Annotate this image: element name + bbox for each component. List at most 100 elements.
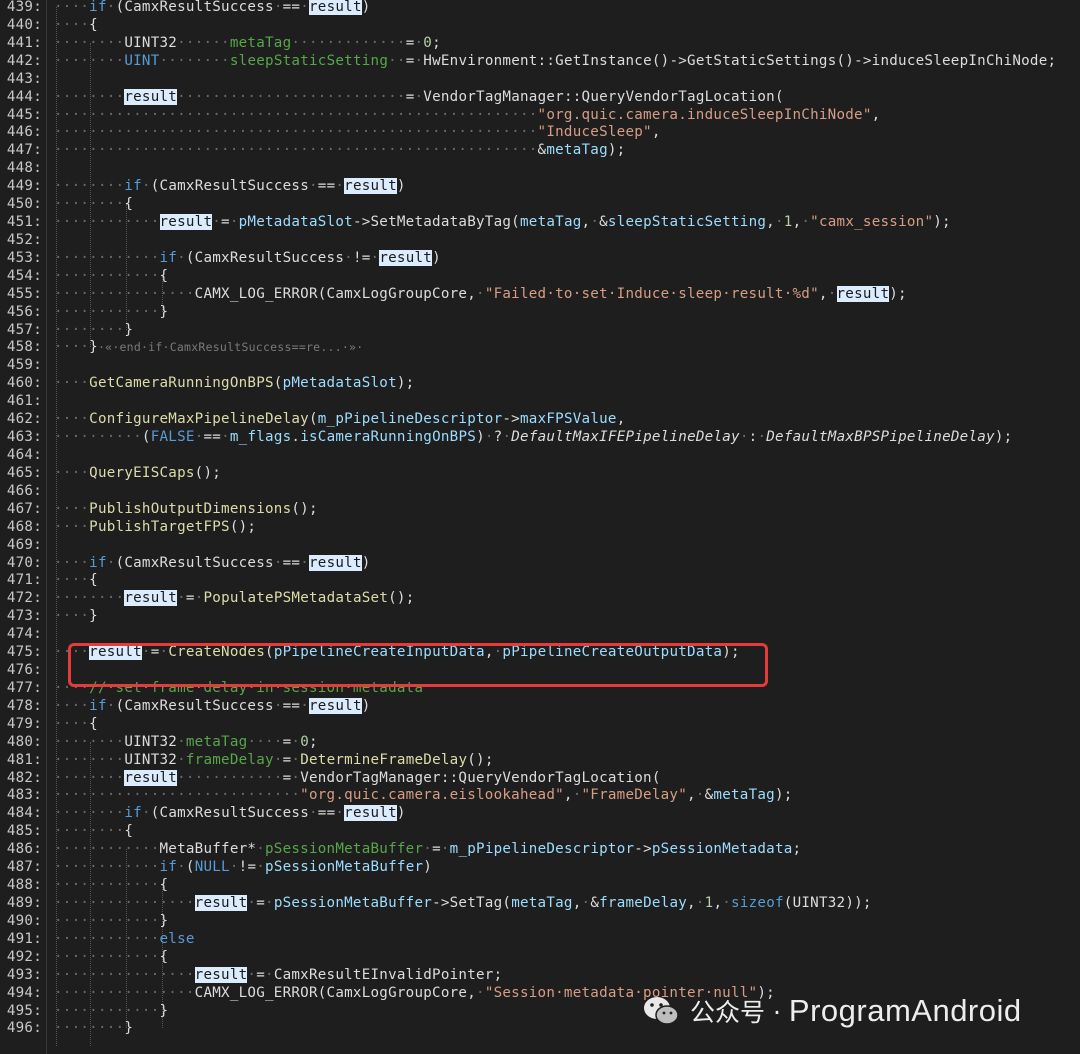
code-line[interactable]: 492: ············{: [0, 948, 1080, 966]
code-token: CAMX_LOG_ERROR(CamxLogGroupCore,: [194, 285, 477, 302]
code-token: =: [256, 895, 266, 911]
code-text: ········if·(CamxResultSuccess·==·result): [54, 177, 406, 195]
code-token: ,: [616, 411, 626, 428]
line-number: 489:: [6, 895, 42, 911]
code-line[interactable]: 479: ····{: [0, 715, 1080, 733]
code-line[interactable]: 482: ········result············=·VendorTa…: [0, 769, 1080, 787]
code-token: ······: [177, 34, 230, 51]
code-line[interactable]: 448:: [0, 159, 1080, 177]
code-token: ········: [54, 733, 125, 750]
code-line[interactable]: 470: ····if·(CamxResultSuccess·==·result): [0, 554, 1080, 572]
line-number: 472:: [6, 590, 42, 607]
code-line[interactable]: 485: ········{: [0, 822, 1080, 840]
code-line[interactable]: 446: ····································…: [0, 123, 1080, 141]
code-token: ,: [713, 895, 723, 911]
line-number: 491:: [6, 930, 42, 947]
code-line[interactable]: 463: ··········(FALSE·==·m_flags.isCamera…: [0, 428, 1080, 446]
code-token: ·: [177, 751, 186, 768]
line-number: 461:: [6, 393, 42, 410]
code-line[interactable]: 453: ············if·(CamxResultSuccess·!=…: [0, 249, 1080, 267]
code-token: ·: [106, 697, 116, 714]
code-line[interactable]: 490: ············}: [0, 912, 1080, 930]
code-token: ;: [309, 733, 318, 750]
code-line[interactable]: 449: ········if·(CamxResultSuccess·==·res…: [0, 177, 1080, 195]
code-token: ····: [54, 411, 90, 428]
code-token: ·: [291, 769, 301, 786]
code-line[interactable]: 489: ················result·=·pSessionMet…: [0, 894, 1080, 912]
code-token: GetCameraRunningOnBPS: [89, 375, 274, 392]
code-token: ·: [273, 751, 283, 768]
code-line[interactable]: 467: ····PublishOutputDimensions();: [0, 500, 1080, 518]
code-line[interactable]: 478: ····if·(CamxResultSuccess·==·result): [0, 697, 1080, 715]
code-line[interactable]: 456: ············}: [0, 303, 1080, 321]
code-line[interactable]: 461:: [0, 392, 1080, 410]
code-line[interactable]: 442: ········UINT········sleepStaticSetti…: [0, 52, 1080, 70]
code-text: ········}: [54, 1019, 133, 1037]
line-number: 457:: [6, 321, 42, 338]
code-line[interactable]: 484: ········if·(CamxResultSuccess·==·res…: [0, 804, 1080, 822]
code-line[interactable]: 447: ····································…: [0, 141, 1080, 159]
code-line[interactable]: 454: ············{: [0, 267, 1080, 285]
code-line[interactable]: 472: ········result·=·PopulatePSMetadataS…: [0, 589, 1080, 607]
code-line[interactable]: 455: ················CAMX_LOG_ERROR(CamxL…: [0, 285, 1080, 303]
code-line[interactable]: 443:: [0, 70, 1080, 88]
code-editor[interactable]: 439: ····if·(CamxResultSuccess·==·result)…: [0, 0, 1080, 1054]
highlighted-token: result: [344, 805, 397, 822]
code-token: {: [89, 572, 98, 589]
code-token: ·: [177, 590, 186, 607]
code-token: m_pPipelineDescriptor: [317, 411, 503, 428]
code-line[interactable]: 465: ····QueryEISCaps();: [0, 464, 1080, 482]
code-token: DefaultMaxIFEPipelineDelay: [511, 429, 740, 446]
code-token: VendorTagManager::QueryVendorTagLocation…: [423, 88, 784, 105]
code-token: ·: [414, 34, 424, 51]
code-line[interactable]: 488: ············{: [0, 876, 1080, 894]
code-line[interactable]: 457: ········}: [0, 321, 1080, 339]
code-token: ·: [177, 859, 186, 876]
code-line[interactable]: 462: ····ConfigureMaxPipelineDelay(m_pPip…: [0, 410, 1080, 428]
code-line[interactable]: 480: ········UINT32·metaTag····=·0;: [0, 733, 1080, 751]
code-token: ····: [54, 608, 90, 625]
code-line[interactable]: 493: ················result·=·CamxResultE…: [0, 966, 1080, 984]
code-token: ();: [194, 464, 222, 481]
code-line[interactable]: 460: ····GetCameraRunningOnBPS(pMetadataS…: [0, 374, 1080, 392]
code-token: (CamxResultSuccess: [115, 697, 274, 714]
code-line[interactable]: 466:: [0, 482, 1080, 500]
code-line[interactable]: 468: ····PublishTargetFPS();: [0, 518, 1080, 536]
line-number: 450:: [6, 196, 42, 213]
code-token: ········································…: [54, 124, 538, 141]
code-token: (: [308, 411, 318, 428]
code-line[interactable]: 487: ············if·(NULL·!=·pSessionMeta…: [0, 858, 1080, 876]
code-token: ········: [54, 823, 125, 840]
code-line[interactable]: 458: ····}·«·end·if·CamxResultSuccess==re…: [0, 338, 1080, 356]
code-token: ·: [221, 429, 230, 446]
line-number: 487:: [6, 859, 42, 876]
code-line[interactable]: 452:: [0, 231, 1080, 249]
code-line[interactable]: 491: ············else: [0, 930, 1080, 948]
code-line[interactable]: 444: ········result······················…: [0, 88, 1080, 106]
code-line[interactable]: 459:: [0, 356, 1080, 374]
code-token: ();: [229, 518, 257, 535]
code-line[interactable]: 469:: [0, 536, 1080, 554]
code-line[interactable]: 451: ············result·=·pMetadataSlot->…: [0, 213, 1080, 231]
line-number: 484:: [6, 805, 42, 822]
code-line[interactable]: 471: ····{: [0, 571, 1080, 589]
code-line[interactable]: 473: ····}: [0, 607, 1080, 625]
code-line[interactable]: 439: ····if·(CamxResultSuccess·==·result): [0, 0, 1080, 16]
code-line[interactable]: 450: ········{: [0, 195, 1080, 213]
code-token: ········································…: [54, 142, 538, 159]
code-line[interactable]: 486: ············MetaBuffer*·pSessionMeta…: [0, 840, 1080, 858]
code-token: ············: [54, 859, 160, 876]
code-line[interactable]: 441: ········UINT32······metaTag·········…: [0, 34, 1080, 52]
code-line[interactable]: 445: ····································…: [0, 106, 1080, 124]
code-line[interactable]: 481: ········UINT32·frameDelay·=·Determin…: [0, 751, 1080, 769]
line-number: 451:: [6, 214, 42, 231]
code-line[interactable]: 464:: [0, 446, 1080, 464]
code-line[interactable]: 474:: [0, 625, 1080, 643]
code-token: ·: [256, 841, 266, 858]
code-line[interactable]: 483: ····························"org.qui…: [0, 786, 1080, 804]
code-token: ·: [106, 0, 116, 15]
code-token: {: [89, 16, 98, 33]
code-line[interactable]: 440: ····{: [0, 16, 1080, 34]
code-token: =: [256, 966, 266, 983]
code-token: m_flags: [229, 429, 292, 446]
